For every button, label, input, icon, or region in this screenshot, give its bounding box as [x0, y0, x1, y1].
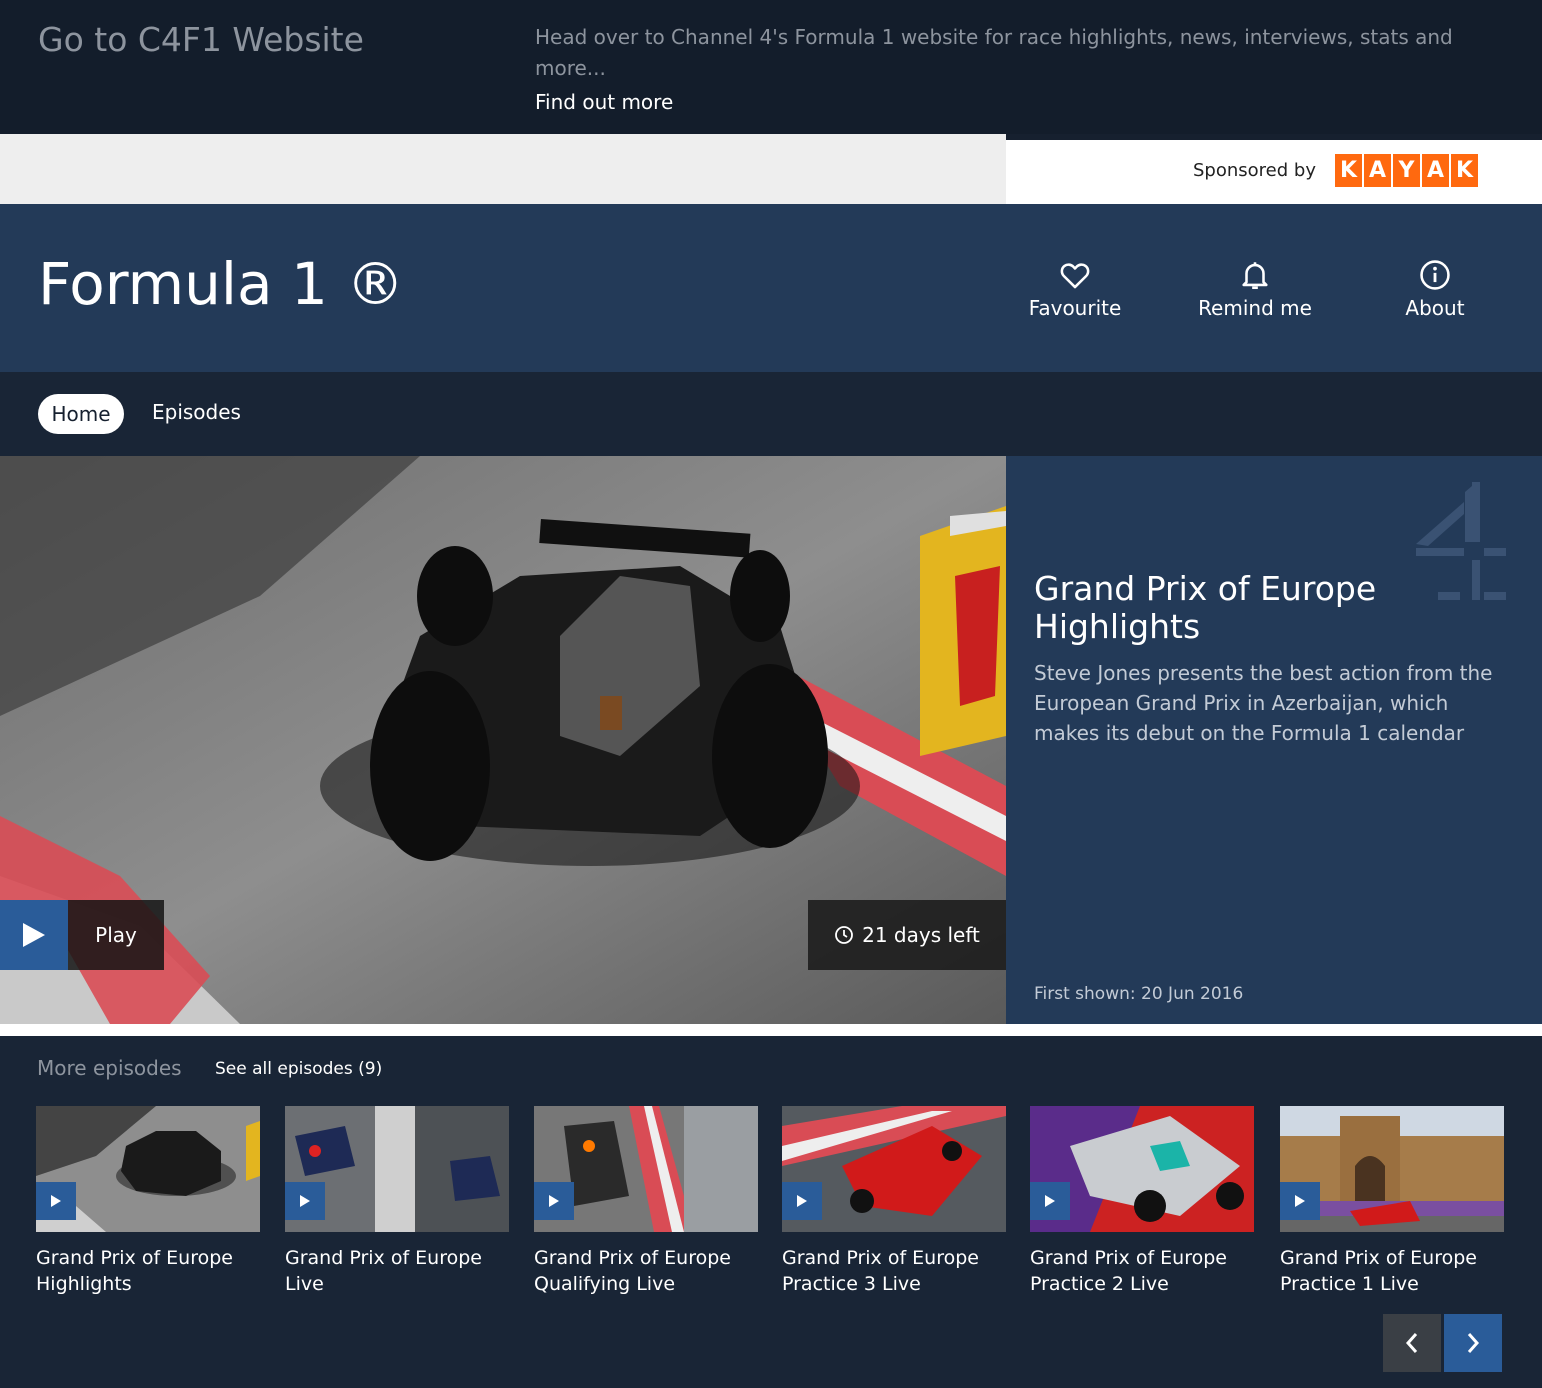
sponsor-strip-left: [0, 134, 1006, 204]
episode-thumbnail: [534, 1106, 758, 1232]
thumbnail-play-button: [1030, 1182, 1070, 1220]
episode-title: Grand Prix of Europe Live: [285, 1245, 509, 1297]
episode-card[interactable]: Grand Prix of Europe Highlights: [36, 1106, 260, 1297]
availability-badge: 21 days left: [808, 900, 1006, 970]
thumbnail-play-button: [534, 1182, 574, 1220]
episode-title-line1: Grand Prix of Europe: [285, 1247, 482, 1269]
thumbnail-play-button: [285, 1182, 325, 1220]
episode-title-line2: Live: [285, 1273, 324, 1295]
section-divider: [0, 1024, 1542, 1036]
episode-card[interactable]: Grand Prix of Europe Practice 1 Live: [1280, 1106, 1504, 1297]
availability-text: 21 days left: [862, 923, 980, 947]
episode-card[interactable]: Grand Prix of Europe Practice 2 Live: [1030, 1106, 1254, 1297]
page-title: Formula 1 ®: [38, 250, 405, 318]
episode-title: Grand Prix of Europe Practice 1 Live: [1280, 1245, 1504, 1297]
kayak-logo-letter: A: [1422, 154, 1449, 187]
favourite-button[interactable]: Favourite: [990, 258, 1160, 320]
play-button[interactable]: Play: [0, 900, 164, 970]
kayak-logo-letter: K: [1335, 154, 1362, 187]
episode-card[interactable]: Grand Prix of Europe Practice 3 Live: [782, 1106, 1006, 1297]
kayak-logo[interactable]: K A Y A K: [1335, 154, 1478, 187]
kayak-logo-letter: Y: [1393, 154, 1420, 187]
episode-title-line1: Grand Prix of Europe: [1030, 1247, 1227, 1269]
play-icon: [51, 1195, 61, 1207]
play-icon: [1295, 1195, 1305, 1207]
episode-title: Grand Prix of Europe Practice 2 Live: [1030, 1245, 1254, 1297]
episode-title-line1: Grand Prix of Europe: [534, 1247, 731, 1269]
thumbnail-play-button: [36, 1182, 76, 1220]
remind-me-label: Remind me: [1198, 296, 1312, 320]
carousel-prev-button[interactable]: [1383, 1314, 1441, 1372]
tab-home[interactable]: Home: [38, 394, 124, 434]
episode-title-line2: Practice 1 Live: [1280, 1273, 1419, 1295]
about-label: About: [1405, 296, 1465, 320]
episode-title-line2: Highlights: [36, 1273, 132, 1295]
promo-title[interactable]: Go to C4F1 Website: [38, 20, 364, 59]
more-episodes-heading: More episodes: [37, 1056, 182, 1080]
clock-icon: [835, 926, 854, 944]
hero-title: Grand Prix of Europe Highlights: [1034, 569, 1377, 646]
play-icon: [549, 1195, 559, 1207]
episode-thumbnail: [1030, 1106, 1254, 1232]
thumbnail-play-button: [1280, 1182, 1320, 1220]
tab-episodes[interactable]: Episodes: [152, 400, 241, 424]
bell-icon: [1242, 262, 1268, 290]
hero-description: Steve Jones presents the best action fro…: [1034, 661, 1493, 745]
first-shown-date: First shown: 20 Jun 2016: [1034, 984, 1244, 1004]
episode-title-line2: Qualifying Live: [534, 1273, 676, 1295]
play-icon: [1045, 1195, 1055, 1207]
play-icon: [300, 1195, 310, 1207]
episode-title-line2: Practice 2 Live: [1030, 1273, 1169, 1295]
info-icon: [1420, 260, 1450, 290]
episode-title-line2: Practice 3 Live: [782, 1273, 921, 1295]
play-label: Play: [68, 900, 164, 970]
episode-title: Grand Prix of Europe Qualifying Live: [534, 1245, 758, 1297]
carousel-next-button[interactable]: [1444, 1314, 1502, 1372]
episode-card[interactable]: Grand Prix of Europe Live: [285, 1106, 509, 1297]
thumbnail-play-button: [782, 1182, 822, 1220]
episode-title-line1: Grand Prix of Europe: [36, 1247, 233, 1269]
see-all-episodes-link[interactable]: See all episodes (9): [215, 1059, 382, 1079]
play-icon: [23, 923, 45, 947]
play-icon: [797, 1195, 807, 1207]
episode-thumbnail: [36, 1106, 260, 1232]
episode-title-line1: Grand Prix of Europe: [782, 1247, 979, 1269]
favourite-label: Favourite: [1028, 296, 1122, 320]
episode-thumbnail: [1280, 1106, 1504, 1232]
find-out-more-link[interactable]: Find out more: [535, 90, 673, 114]
sponsored-by-label: Sponsored by: [1193, 160, 1316, 181]
chevron-right-icon: [1467, 1333, 1480, 1353]
chevron-left-icon: [1405, 1333, 1418, 1353]
episode-title-line1: Grand Prix of Europe: [1280, 1247, 1477, 1269]
heart-icon: [1060, 263, 1090, 289]
kayak-logo-letter: A: [1364, 154, 1391, 187]
episode-card[interactable]: Grand Prix of Europe Qualifying Live: [534, 1106, 758, 1297]
play-icon-box: [0, 900, 68, 970]
episode-thumbnail: [285, 1106, 509, 1232]
about-button[interactable]: About: [1350, 258, 1520, 320]
remind-me-button[interactable]: Remind me: [1170, 258, 1340, 320]
episode-title: Grand Prix of Europe Practice 3 Live: [782, 1245, 1006, 1297]
promo-description: Head over to Channel 4's Formula 1 websi…: [535, 25, 1453, 80]
kayak-logo-letter: K: [1451, 154, 1478, 187]
episode-title: Grand Prix of Europe Highlights: [36, 1245, 260, 1297]
episode-thumbnail: [782, 1106, 1006, 1232]
